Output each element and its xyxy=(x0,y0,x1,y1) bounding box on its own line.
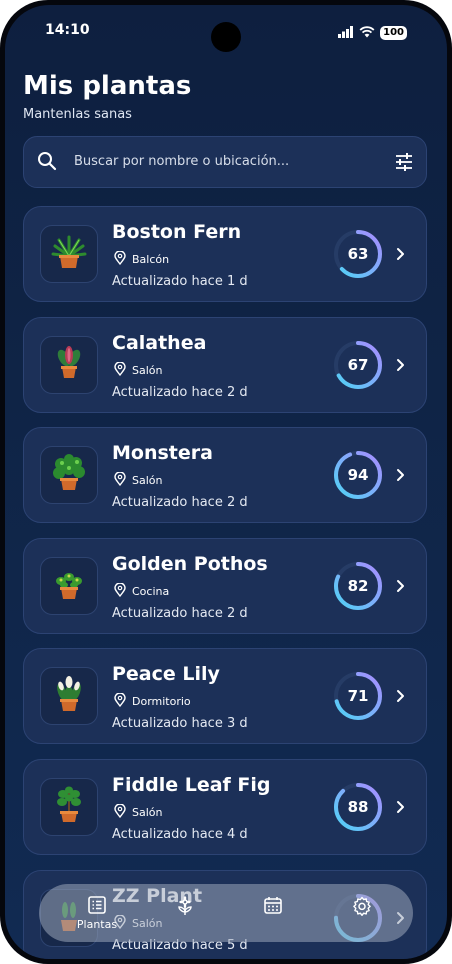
plant-name: Calathea xyxy=(112,331,207,354)
plant-card[interactable]: Golden Pothos Cocina Actualizado hace 2 d 8… xyxy=(23,537,427,634)
chevron-right-icon[interactable] xyxy=(396,799,406,818)
plant-updated: Actualizado hace 3 d xyxy=(112,716,248,732)
plant-updated: Actualizado hace 4 d xyxy=(112,827,248,842)
plant-updated: Actualizado hace 2 d xyxy=(112,384,248,400)
potted-plant-icon xyxy=(49,564,89,608)
plant-location-label: Salón xyxy=(132,806,163,819)
health-score-gauge: 82 xyxy=(332,560,384,612)
plant-name: Golden Pothos xyxy=(112,552,268,575)
search-input[interactable]: Buscar por nombre o ubicación... xyxy=(74,154,289,169)
health-score-value: 82 xyxy=(347,576,369,595)
plant-location: Salón xyxy=(114,360,163,379)
plant-location-label: Salón xyxy=(132,363,163,377)
plant-name: Peace Lily xyxy=(112,663,220,686)
health-score-value: 88 xyxy=(347,798,369,816)
chevron-right-icon[interactable] xyxy=(396,688,406,707)
plant-thumbnail xyxy=(40,225,98,283)
plant-location: Salón xyxy=(114,471,163,489)
health-score-gauge: 67 xyxy=(332,339,384,391)
plant-updated: Actualizado hace 2 d xyxy=(112,495,248,511)
plant-card[interactable]: Calathea Salón Actualizado hace 2 d 67 xyxy=(23,316,427,413)
potted-plant-icon xyxy=(49,785,89,829)
plant-location-label: Cocina xyxy=(132,584,170,598)
chevron-right-icon[interactable] xyxy=(396,246,406,265)
plant-location: Cocina xyxy=(114,582,170,600)
health-score-gauge: 88 xyxy=(332,781,384,833)
location-pin-icon xyxy=(114,803,126,821)
nav-tab-garden[interactable] xyxy=(155,884,215,942)
chevron-right-icon[interactable] xyxy=(396,578,406,597)
location-pin-icon xyxy=(114,250,126,268)
plant-card[interactable]: Boston Fern Balcón Actualizado hace 1 d 63 xyxy=(23,206,427,302)
potted-plant-icon xyxy=(49,232,89,276)
plant-location-label: Dormitorio xyxy=(132,695,191,709)
location-pin-icon xyxy=(114,471,126,489)
plant-name: Fiddle Leaf Fig xyxy=(112,774,271,796)
flower-icon xyxy=(176,896,194,920)
battery-indicator: 100 xyxy=(380,25,407,40)
cellular-signal-icon xyxy=(338,23,354,42)
nav-tab-calendar[interactable] xyxy=(243,884,303,942)
search-icon xyxy=(37,151,57,175)
location-pin-icon xyxy=(114,360,126,379)
potted-plant-icon xyxy=(49,343,89,387)
location-pin-icon xyxy=(114,582,126,600)
plant-name: Boston Fern xyxy=(112,221,242,243)
health-score-value: 63 xyxy=(347,245,369,263)
gear-icon xyxy=(352,896,372,920)
plant-thumbnail xyxy=(40,667,98,726)
potted-plant-icon xyxy=(49,674,89,718)
page-subtitle: Mantenlas sanas xyxy=(23,107,132,122)
search-bar[interactable]: Buscar por nombre o ubicación... xyxy=(23,136,427,188)
potted-plant-icon xyxy=(49,453,89,497)
plant-card[interactable]: Peace Lily Dormitorio Actualizado hace 3 d… xyxy=(23,648,427,745)
nav-tab-plants[interactable]: Plantas xyxy=(67,884,127,942)
status-time: 14:10 xyxy=(45,22,90,38)
plant-location: Salón xyxy=(114,803,163,821)
plant-card[interactable]: Fiddle Leaf Fig Salón Actualizado hace 4 d… xyxy=(23,759,427,855)
calendar-icon xyxy=(264,896,282,918)
phone-frame: 14:10 100 Mis plantas Mantenlas sanas Bu… xyxy=(0,0,452,964)
plant-location-label: Salón xyxy=(132,474,163,488)
plant-location: Balcón xyxy=(114,250,170,268)
plant-card[interactable]: Monstera Salón Actualizado hace 2 d 94 xyxy=(23,427,427,524)
health-score-gauge: 71 xyxy=(332,670,384,722)
plant-updated: Actualizado hace 2 d xyxy=(112,605,248,621)
nav-tab-plants-label: Plantas xyxy=(76,918,118,931)
page-title: Mis plantas xyxy=(23,71,192,101)
health-score-value: 67 xyxy=(347,355,369,374)
bottom-navigation: Plantas xyxy=(39,884,413,942)
plant-name: Monstera xyxy=(112,442,213,465)
plant-updated: Actualizado hace 1 d xyxy=(112,274,248,289)
health-score-gauge: 63 xyxy=(332,228,384,280)
plant-location-label: Balcón xyxy=(132,253,170,266)
plant-thumbnail xyxy=(40,556,98,615)
app-screen: 14:10 100 Mis plantas Mantenlas sanas Bu… xyxy=(5,5,447,959)
plant-thumbnail xyxy=(40,446,98,505)
health-score-gauge: 94 xyxy=(332,449,384,501)
wifi-icon xyxy=(359,23,375,42)
plant-location: Dormitorio xyxy=(114,692,191,710)
health-score-value: 71 xyxy=(347,687,369,706)
plant-thumbnail xyxy=(40,778,98,836)
list-icon xyxy=(88,896,106,918)
chevron-right-icon[interactable] xyxy=(396,467,406,486)
plant-thumbnail xyxy=(40,335,98,394)
filter-sliders-icon[interactable] xyxy=(394,152,414,176)
chevron-right-icon[interactable] xyxy=(396,357,406,376)
camera-cutout xyxy=(211,22,241,52)
nav-tab-settings[interactable] xyxy=(331,884,391,942)
location-pin-icon xyxy=(114,692,126,710)
status-bar: 14:10 100 xyxy=(5,19,447,52)
health-score-value: 94 xyxy=(347,466,369,485)
